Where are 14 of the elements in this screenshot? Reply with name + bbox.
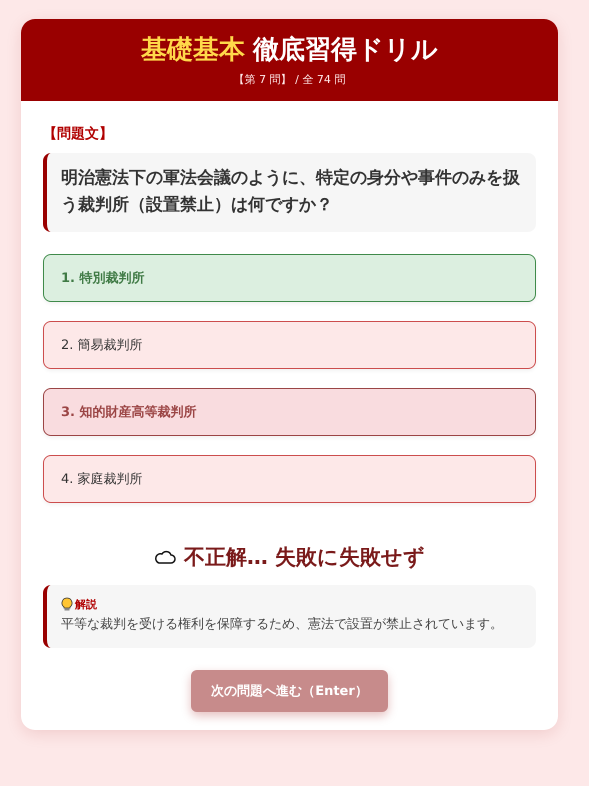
explanation-text: 平等な裁判を受ける権利を保障するため、憲法で設置が禁止されています。 — [61, 616, 504, 634]
title: 徹底習得ドリル — [253, 35, 438, 66]
explanation-label: 解説 — [75, 596, 97, 612]
answer-option[interactable]: 3. 知的財産高等裁判所 — [43, 388, 536, 436]
answer-option[interactable]: 2. 簡易裁判所 — [43, 320, 536, 369]
cloud-icon — [154, 550, 176, 564]
result-text: 不正解… 失敗に失敗せず — [184, 544, 426, 571]
answer-option[interactable]: 1. 特別裁判所 — [43, 254, 536, 302]
question-text: 明治憲法下の軍法会議のように、特定の身分や事件のみを扱う裁判所（設置禁止）は何ですか？ — [43, 153, 536, 232]
progress-text: 【第 7 問】 / 全 74 問 — [232, 72, 346, 88]
answer-option[interactable]: 4. 家庭裁判所 — [43, 454, 536, 503]
title-accent: 基礎基本 — [141, 35, 245, 66]
lightbulb-icon — [61, 597, 73, 612]
question-label: 【問題文】 — [43, 125, 113, 144]
